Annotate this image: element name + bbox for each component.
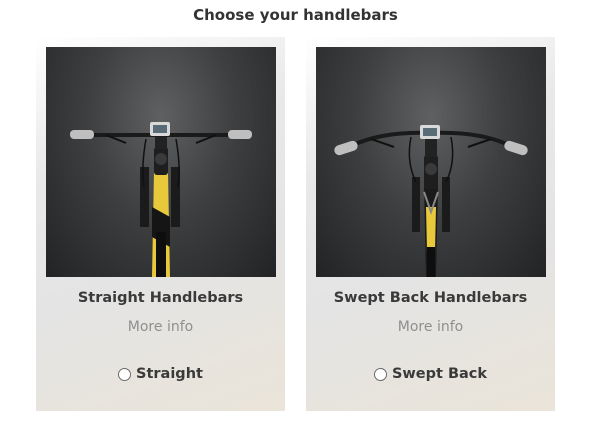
option-card-swept-back[interactable]: Swept Back Handlebars More info Swept Ba… bbox=[306, 37, 555, 411]
option-card-straight[interactable]: Straight Handlebars More info Straight bbox=[36, 37, 285, 411]
option-title: Straight Handlebars bbox=[77, 290, 244, 306]
more-info-link[interactable]: More info bbox=[306, 319, 555, 335]
page-title: Choose your handlebars bbox=[193, 6, 398, 24]
more-info-link[interactable]: More info bbox=[36, 319, 285, 335]
bike-front-straight-icon bbox=[70, 122, 252, 277]
option-title: Swept Back Handlebars bbox=[333, 290, 528, 306]
radio-label[interactable]: Swept Back bbox=[392, 366, 487, 382]
bike-front-swept-back-icon bbox=[334, 125, 528, 277]
radio-option-swept-back[interactable]: Swept Back bbox=[306, 366, 555, 382]
swept-back-handlebars-image bbox=[316, 47, 546, 277]
radio-option-straight[interactable]: Straight bbox=[36, 366, 285, 382]
straight-handlebars-image bbox=[46, 47, 276, 277]
radio-button[interactable] bbox=[373, 367, 387, 381]
radio-label[interactable]: Straight bbox=[136, 366, 203, 382]
radio-button[interactable] bbox=[118, 367, 132, 381]
